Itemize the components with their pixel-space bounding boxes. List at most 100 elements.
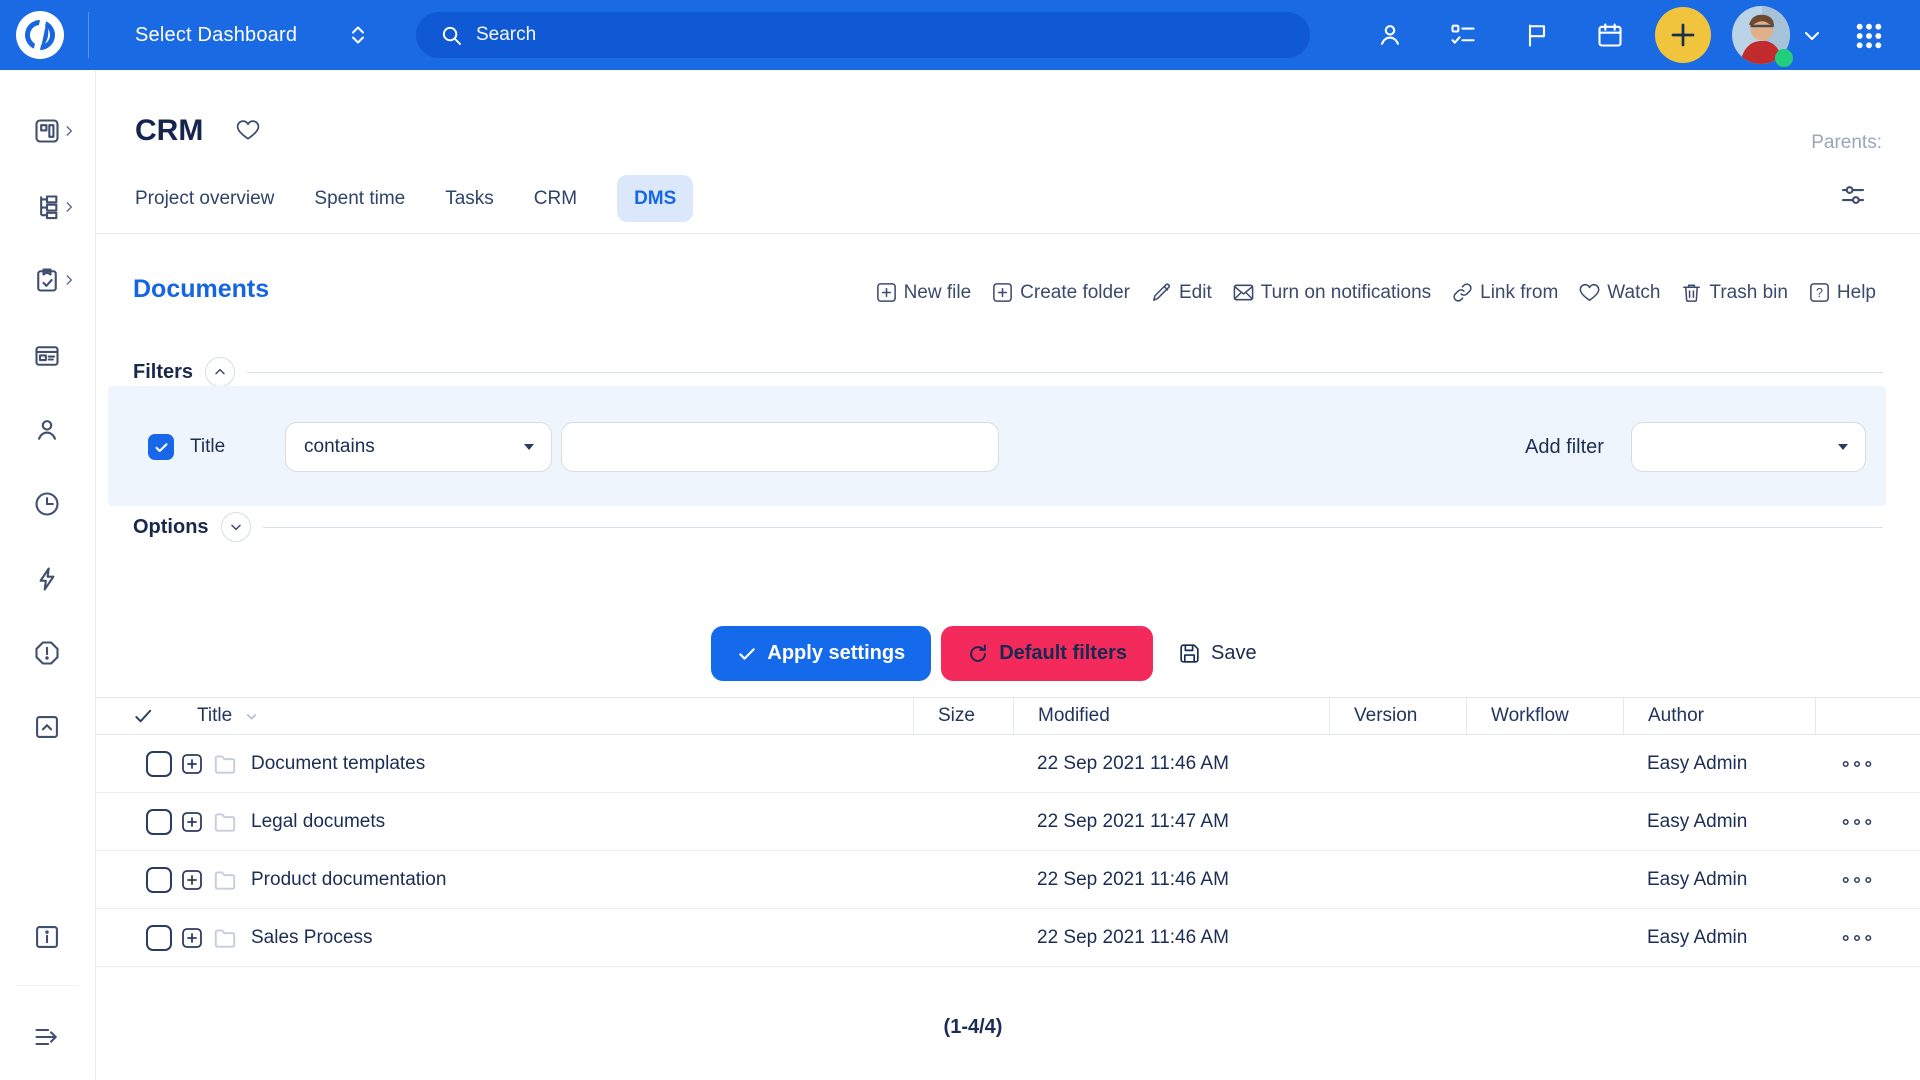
chevron-right-icon[interactable]	[62, 200, 76, 214]
row-checkbox[interactable]	[146, 809, 172, 835]
filters-collapse-button[interactable]	[205, 357, 235, 387]
sidebar-item-time[interactable]	[33, 490, 61, 518]
cell-modified: 22 Sep 2021 11:46 AM	[1013, 927, 1329, 949]
link-icon	[1451, 281, 1474, 304]
create-folder-button[interactable]: Create folder	[991, 281, 1130, 304]
sidebar-item-dashboards[interactable]	[33, 117, 61, 145]
apply-settings-button[interactable]: Apply settings	[711, 626, 931, 681]
title-filter-checkbox[interactable]	[148, 434, 174, 460]
sidebar-item-activity[interactable]	[33, 565, 61, 593]
expand-plus-icon[interactable]	[180, 810, 204, 834]
expand-plus-icon[interactable]	[180, 868, 204, 892]
user-menu-chevron-down-icon[interactable]	[1800, 24, 1824, 48]
info-square-icon	[33, 923, 61, 951]
document-title-link[interactable]: Legal documets	[251, 811, 385, 833]
sidebar-item-tasks[interactable]	[33, 266, 61, 294]
help-button[interactable]: ? Help	[1808, 281, 1876, 304]
floppy-disk-icon	[1177, 641, 1202, 666]
cell-modified: 22 Sep 2021 11:46 AM	[1013, 869, 1329, 891]
link-from-button[interactable]: Link from	[1451, 281, 1558, 304]
select-dashboard-button[interactable]: Select Dashboard	[135, 0, 297, 70]
expand-plus-icon[interactable]	[180, 752, 204, 776]
title-filter-operator-select[interactable]: contains	[285, 422, 552, 472]
row-actions-kebab-icon[interactable]	[1815, 816, 1920, 828]
global-search	[416, 12, 1310, 58]
favorite-heart-icon[interactable]	[235, 117, 261, 143]
column-header-workflow[interactable]: Workflow	[1466, 698, 1623, 734]
sidebar-item-alerts[interactable]	[33, 639, 61, 667]
sort-chevron-down-icon[interactable]	[244, 709, 259, 724]
online-status-dot	[1775, 49, 1793, 67]
user-profile-icon[interactable]	[1376, 21, 1404, 49]
documents-heading[interactable]: Documents	[133, 275, 269, 304]
row-checkbox[interactable]	[146, 867, 172, 893]
trash-bin-button[interactable]: Trash bin	[1680, 281, 1788, 304]
new-file-button[interactable]: New file	[875, 281, 972, 304]
options-expand-button[interactable]	[221, 512, 251, 542]
cell-author: Easy Admin	[1623, 753, 1815, 775]
column-header-modified[interactable]: Modified	[1013, 698, 1329, 734]
pagination-label: (1-4/4)	[96, 1016, 1920, 1039]
apps-grid-icon[interactable]	[1853, 20, 1885, 52]
row-checkbox[interactable]	[146, 925, 172, 951]
tab-crm[interactable]: CRM	[534, 175, 577, 222]
column-header-size[interactable]: Size	[913, 698, 1013, 734]
column-header-author[interactable]: Author	[1623, 698, 1815, 734]
tab-project-overview[interactable]: Project overview	[135, 175, 274, 222]
plus-icon	[1668, 20, 1698, 50]
sidebar-item-updates[interactable]	[33, 713, 61, 741]
trash-icon	[1680, 281, 1703, 304]
flag-icon[interactable]	[1523, 21, 1551, 49]
cell-modified: 22 Sep 2021 11:46 AM	[1013, 753, 1329, 775]
project-tabs: Project overview Spent time Tasks CRM DM…	[135, 175, 693, 222]
column-header-version[interactable]: Version	[1329, 698, 1466, 734]
options-heading: Options	[133, 516, 209, 539]
page-settings-sliders-icon[interactable]	[1838, 180, 1868, 210]
tab-dms[interactable]: DMS	[617, 175, 693, 222]
topbar-divider	[88, 12, 89, 58]
add-filter-select[interactable]	[1631, 422, 1866, 472]
browser-window-icon	[33, 342, 61, 370]
title-filter-value-input[interactable]	[561, 422, 999, 472]
search-input[interactable]	[476, 24, 1176, 46]
tab-spent-time[interactable]: Spent time	[314, 175, 405, 222]
task-checklist-icon[interactable]	[1449, 21, 1477, 49]
select-all-check-icon[interactable]	[132, 705, 155, 728]
document-title-link[interactable]: Document templates	[251, 753, 425, 775]
filters-rule	[247, 372, 1883, 373]
calendar-icon[interactable]	[1596, 21, 1624, 49]
column-header-title: Title	[96, 698, 913, 734]
edit-button[interactable]: Edit	[1150, 281, 1212, 304]
row-checkbox[interactable]	[146, 751, 172, 777]
alert-octagon-icon	[33, 639, 61, 667]
page-title: CRM	[135, 114, 203, 148]
app-logo-icon[interactable]	[16, 11, 64, 59]
sidebar-item-info[interactable]	[33, 923, 61, 951]
sidebar-item-boards[interactable]	[33, 342, 61, 370]
row-actions-kebab-icon[interactable]	[1815, 758, 1920, 770]
tasks-clipboard-icon	[33, 266, 61, 294]
cell-author: Easy Admin	[1623, 811, 1815, 833]
default-filters-button[interactable]: Default filters	[941, 626, 1153, 681]
chevron-right-icon[interactable]	[62, 124, 76, 138]
watch-button[interactable]: Watch	[1578, 281, 1660, 304]
quick-add-button[interactable]	[1655, 7, 1711, 63]
expand-plus-icon[interactable]	[180, 926, 204, 950]
table-body: Document templates 22 Sep 2021 11:46 AM …	[96, 735, 1920, 967]
dashboard-expand-icon[interactable]	[346, 23, 370, 47]
turn-on-notifications-button[interactable]: Turn on notifications	[1232, 281, 1431, 304]
sidebar-item-projects[interactable]	[33, 193, 61, 221]
plus-square-icon	[991, 281, 1014, 304]
header-divider	[96, 233, 1920, 234]
document-title-link[interactable]: Product documentation	[251, 869, 446, 891]
tab-tasks[interactable]: Tasks	[445, 175, 494, 222]
row-actions-kebab-icon[interactable]	[1815, 874, 1920, 886]
document-title-link[interactable]: Sales Process	[251, 927, 372, 949]
chevron-right-icon[interactable]	[62, 273, 76, 287]
sidebar-collapse-button[interactable]	[33, 1023, 61, 1051]
sidebar-item-users[interactable]	[33, 416, 61, 444]
save-button[interactable]: Save	[1163, 626, 1267, 681]
dashboard-icon	[33, 117, 61, 145]
row-actions-kebab-icon[interactable]	[1815, 932, 1920, 944]
plus-square-icon	[875, 281, 898, 304]
